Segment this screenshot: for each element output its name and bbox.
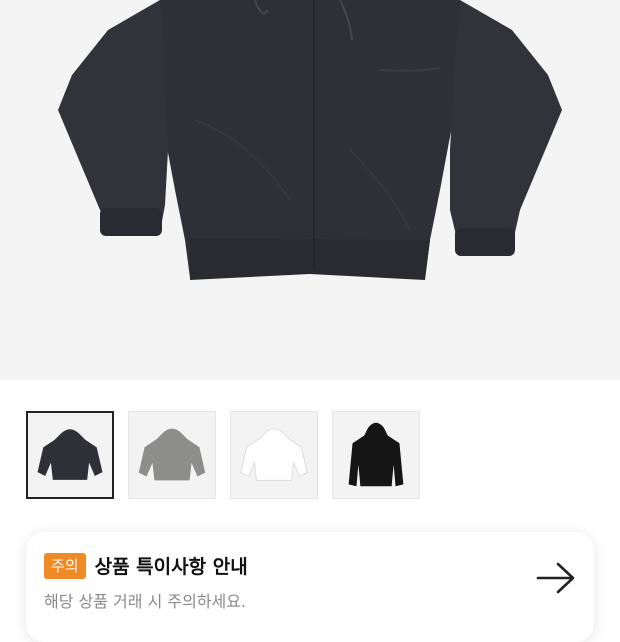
product-notice-card[interactable]: 주의 상품 특이사항 안내 해당 상품 거래 시 주의하세요. <box>26 532 594 642</box>
notice-subtitle: 해당 상품 거래 시 주의하세요. <box>44 592 247 611</box>
hoodie-gray-image <box>138 428 206 481</box>
product-hero-image[interactable] <box>0 0 620 380</box>
notice-title: 상품 특이사항 안내 <box>94 556 248 578</box>
thumbnail-strip <box>26 411 420 499</box>
thumbnail-dark-charcoal[interactable] <box>26 411 114 499</box>
thumbnail-white[interactable] <box>230 411 318 499</box>
hoodie-black-image <box>348 422 404 487</box>
thumbnail-black[interactable] <box>332 411 420 499</box>
hoodie-illustration <box>58 0 562 280</box>
hoodie-dark-charcoal-image <box>37 429 103 480</box>
caution-badge: 주의 <box>44 552 86 579</box>
thumbnail-gray[interactable] <box>128 411 216 499</box>
hoodie-white-image <box>240 428 308 481</box>
arrow-right-icon[interactable] <box>536 560 576 596</box>
